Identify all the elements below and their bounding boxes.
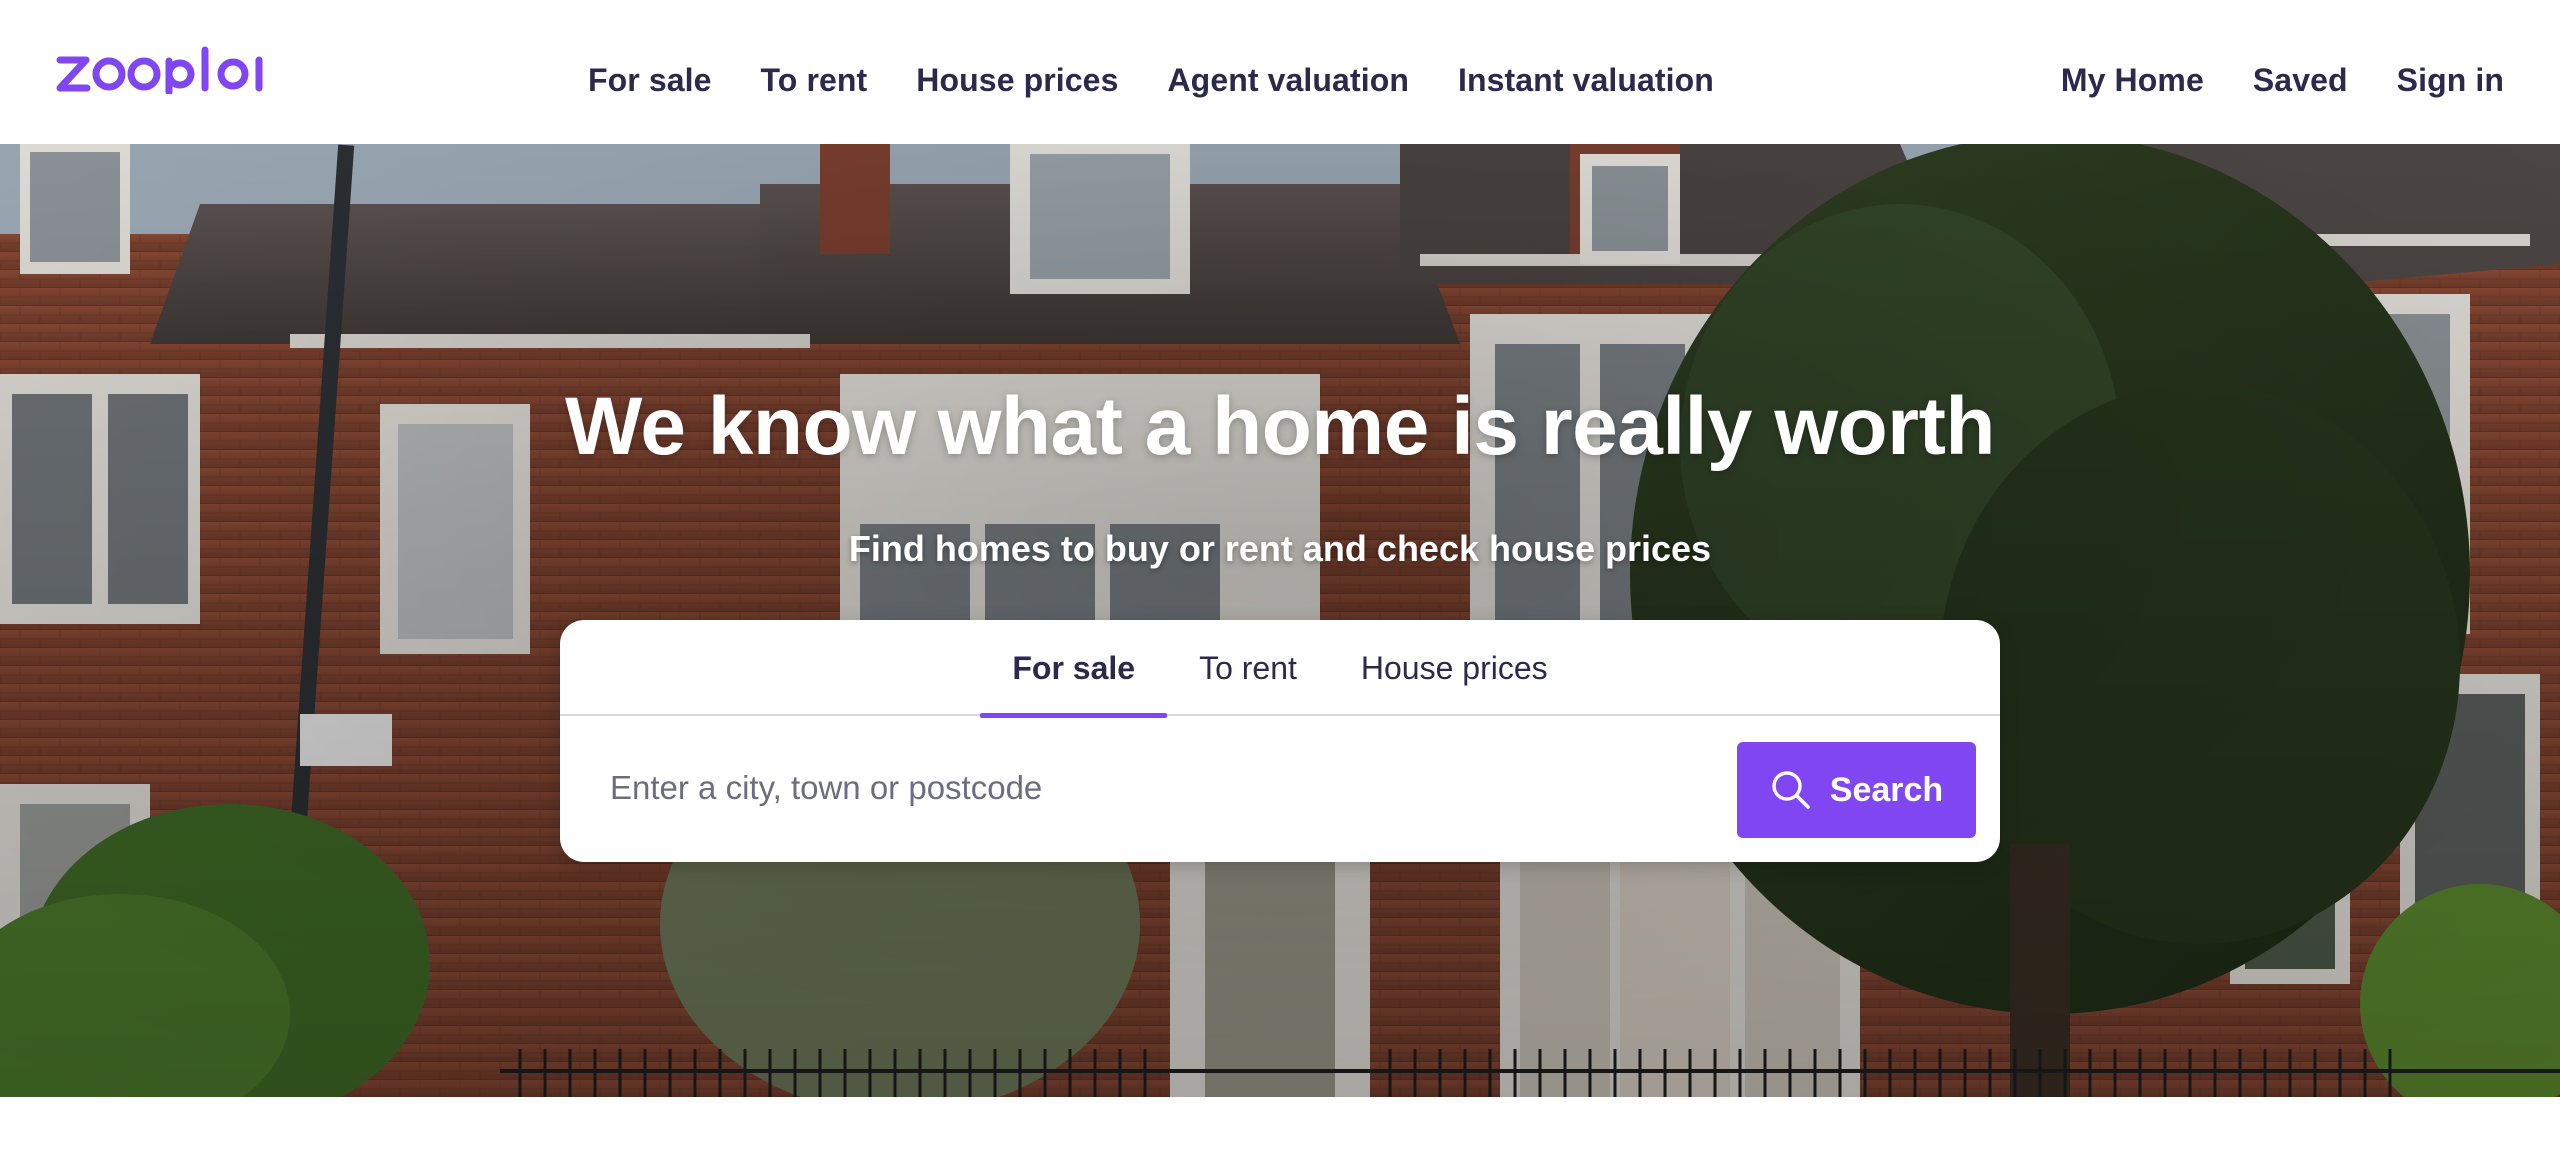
nav-instant-valuation[interactable]: Instant valuation xyxy=(1458,62,1714,99)
nav-to-rent[interactable]: To rent xyxy=(761,62,868,99)
zoopla-logo[interactable]: zoopla xyxy=(56,44,278,96)
nav-for-sale[interactable]: For sale xyxy=(588,62,712,99)
nav-house-prices[interactable]: House prices xyxy=(916,62,1118,99)
nav-saved[interactable]: Saved xyxy=(2253,62,2348,99)
nav-my-home[interactable]: My Home xyxy=(2061,62,2204,99)
search-tabs: For sale To rent House prices xyxy=(560,620,2000,718)
nav-sign-in[interactable]: Sign in xyxy=(2397,62,2504,99)
zoopla-logo-mark xyxy=(56,46,263,94)
nav-agent-valuation[interactable]: Agent valuation xyxy=(1167,62,1409,99)
search-row: Search xyxy=(560,718,2000,862)
hero-section: We know what a home is really worth Find… xyxy=(0,144,2560,1097)
tab-for-sale[interactable]: For sale xyxy=(980,620,1167,718)
hero-subheadline: Find homes to buy or rent and check hous… xyxy=(848,528,1712,569)
search-panel: For sale To rent House prices Search xyxy=(560,620,2000,862)
hero-headline: We know what a home is really worth xyxy=(565,381,1996,472)
search-icon xyxy=(1772,771,1810,809)
search-button-label: Search xyxy=(1829,770,1944,809)
primary-nav: For sale To rent House prices Agent valu… xyxy=(588,0,1714,160)
site-header: zoopla For sale To rent House prices Age… xyxy=(0,0,2560,144)
tab-house-prices[interactable]: House prices xyxy=(1329,620,1580,716)
account-nav: My Home Saved Sign in xyxy=(2061,0,2504,160)
location-search-input[interactable] xyxy=(588,740,1688,836)
tab-to-rent[interactable]: To rent xyxy=(1167,620,1329,716)
search-button[interactable]: Search xyxy=(1737,742,1976,838)
